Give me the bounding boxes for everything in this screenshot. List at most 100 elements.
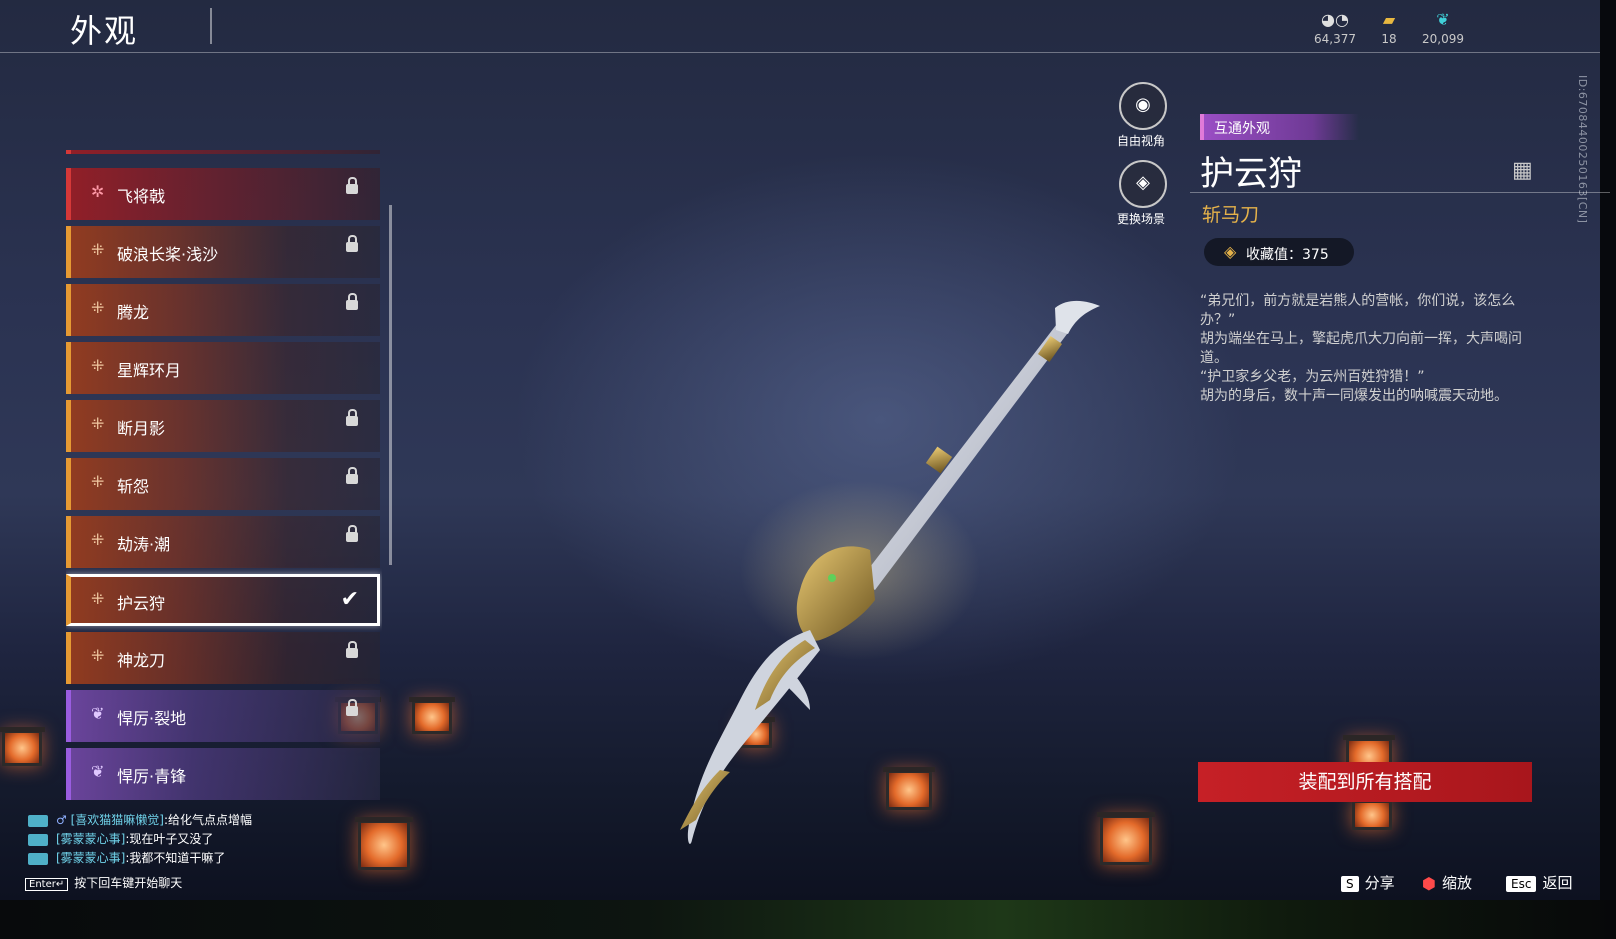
item-name: 斩怨 (117, 477, 150, 496)
lock-icon (346, 699, 358, 716)
list-item[interactable]: ⁜ 星辉环月 (66, 342, 380, 394)
list-item[interactable]: ⁜ 腾龙 (66, 284, 380, 336)
chat-channel-icon (28, 852, 48, 865)
lock-icon (346, 641, 358, 658)
chat-channel-icon (28, 833, 48, 846)
detail-divider (1190, 192, 1610, 193)
lore-line: “弟兄们，前方就是岩熊人的营帐，你们说，该怎么办？” (1200, 293, 1516, 328)
chat-text: :我都不知道干嘛了 (125, 851, 226, 865)
currency-tickets: ▰ 18 (1359, 10, 1419, 46)
weapon-model[interactable] (660, 300, 1120, 870)
item-name: 神龙刀 (117, 651, 166, 670)
feather-icon: ❦ (1436, 10, 1450, 29)
item-name: 劫涛·潮 (117, 535, 171, 554)
header-bar: 外观 ◕◔ 64,377 ▰ 18 ❦ 20,099 (0, 0, 1600, 54)
cross-server-badge: 互通外观 (1200, 114, 1359, 140)
weapon-name: 护云狩 (1200, 154, 1302, 194)
list-item[interactable]: ⁜ 劫涛·潮 (66, 516, 380, 568)
page-title: 外观 (70, 12, 139, 50)
lantern (355, 817, 413, 870)
lock-icon (346, 525, 358, 542)
rarity-cross-icon: ⁜ (91, 298, 105, 317)
chat-text: :现在叶子又没了 (125, 832, 214, 846)
lantern (409, 697, 455, 734)
currency-coins: ◕◔ 64,377 (1305, 10, 1365, 46)
list-item[interactable]: ⁜ 神龙刀 (66, 632, 380, 684)
right-edge (1600, 0, 1616, 939)
free-view-label[interactable]: 自由视角 (1101, 132, 1181, 149)
item-name: 飞将戟 (117, 187, 166, 206)
lock-icon (346, 293, 358, 310)
chat-text: :给化气点点增幅 (163, 813, 252, 827)
check-icon: ✔ (340, 587, 359, 612)
lantern (0, 727, 45, 766)
zoom-label: 缩放 (1441, 874, 1472, 892)
lore-text: “弟兄们，前方就是岩熊人的营帐，你们说，该怎么办？” 胡为端坐在马上，擎起虎爪大… (1200, 292, 1540, 406)
chat-message: [雾蒙蒙心事]:现在叶子又没了 (28, 830, 213, 846)
skin-list[interactable]: ✲ 飞将戟 ⁜ 破浪长桨·浅沙 ⁜ 腾龙 ⁜ 星辉环月 ⁜ 断月影 ⁜ 斩怨 ⁜… (66, 150, 382, 800)
rarity-cross-icon: ⁜ (91, 646, 105, 665)
currency-feathers: ❦ 20,099 (1413, 10, 1473, 46)
list-item[interactable]: ⁜ 破浪长桨·浅沙 (66, 226, 380, 278)
rarity-cross-icon: ⁜ (91, 472, 105, 491)
back-label: 返回 (1542, 874, 1573, 892)
rarity-cross-icon: ⁜ (91, 356, 105, 375)
zoom-hint[interactable]: ⬢ 缩放 (1422, 872, 1472, 893)
item-name: 悍厉·裂地 (117, 709, 187, 728)
change-scene-label[interactable]: 更换场景 (1101, 210, 1181, 227)
chat-sender[interactable]: [雾蒙蒙心事] (56, 832, 125, 846)
currency-value: 64,377 (1314, 32, 1356, 46)
chat-sender[interactable]: [雾蒙蒙心事] (56, 851, 125, 865)
list-item-selected[interactable]: ⁜ 护云狩 ✔ (66, 574, 380, 626)
rarity-cross-icon: ⁜ (91, 240, 105, 259)
list-item[interactable]: ⁜ 斩怨 (66, 458, 380, 510)
bottom-edge (0, 900, 1616, 939)
chat-message: ♂ [喜欢猫猫嘛懒觉]:给化气点点增幅 (28, 811, 252, 827)
list-item[interactable]: ❦ 悍厉·裂地 (66, 690, 380, 742)
item-name: 腾龙 (117, 303, 150, 322)
badge-label: 互通外观 (1214, 121, 1270, 137)
list-item[interactable]: ❦ 悍厉·青锋 (66, 748, 380, 800)
rarity-cross-icon: ⁜ (91, 530, 105, 549)
scene-cube-icon[interactable]: ◈ (1119, 160, 1167, 208)
camera-icon[interactable]: ◉ (1119, 82, 1167, 130)
share-hint[interactable]: S 分享 (1341, 872, 1395, 893)
chat-channel-icon (28, 814, 48, 827)
chat-message: [雾蒙蒙心事]:我都不知道干嘛了 (28, 849, 225, 865)
list-item[interactable]: ✲ 飞将戟 (66, 168, 380, 220)
list-item[interactable]: ⁜ 断月影 (66, 400, 380, 452)
lock-icon (346, 467, 358, 484)
male-icon: ♂ (56, 813, 71, 827)
mouse-wheel-icon: ⬢ (1422, 874, 1436, 893)
list-scrollbar[interactable] (389, 205, 392, 565)
lock-icon (346, 235, 358, 252)
currency-value: 20,099 (1422, 32, 1464, 46)
rarity-wing-icon: ❦ (91, 762, 105, 781)
collection-icon: ◈ (1224, 242, 1237, 261)
player-id: ID:670844002501​63[CN] (1576, 75, 1589, 224)
lantern (1349, 797, 1395, 830)
rarity-cross-icon: ⁜ (91, 589, 105, 608)
enter-key: Enter↵ (25, 878, 69, 891)
coin-stack-icon: ◕◔ (1321, 10, 1349, 29)
ticket-icon: ▰ (1382, 10, 1396, 29)
lore-line: 胡为的身后，数十声一同爆发出的呐喊震天动地。 (1200, 388, 1508, 404)
back-hint[interactable]: Esc 返回 (1506, 872, 1572, 893)
item-name: 断月影 (117, 419, 166, 438)
chat-input-hint[interactable]: Enter↵ 按下回车键开始聊天 (25, 874, 182, 891)
item-name: 悍厉·青锋 (117, 767, 187, 786)
header-divider (0, 52, 1600, 53)
gift-icon[interactable]: ▦ (1512, 158, 1533, 183)
list-item[interactable] (66, 150, 380, 154)
lore-line: “护卫家乡父老，为云州百姓狩猎！” (1200, 369, 1425, 385)
rarity-star-icon: ✲ (91, 182, 105, 201)
lock-icon (346, 177, 358, 194)
chat-sender[interactable]: [喜欢猫猫嘛懒觉] (71, 813, 164, 827)
chat-hint-text: 按下回车键开始聊天 (74, 876, 183, 890)
item-name: 护云狩 (117, 594, 166, 613)
share-label: 分享 (1364, 874, 1395, 892)
item-name: 星辉环月 (117, 361, 182, 380)
lore-line: 胡为端坐在马上，擎起虎爪大刀向前一挥，大声喝问道。 (1200, 331, 1522, 366)
equip-all-button[interactable]: 装配到所有搭配 (1198, 762, 1532, 802)
collection-value: 收藏值：375 (1246, 247, 1329, 263)
